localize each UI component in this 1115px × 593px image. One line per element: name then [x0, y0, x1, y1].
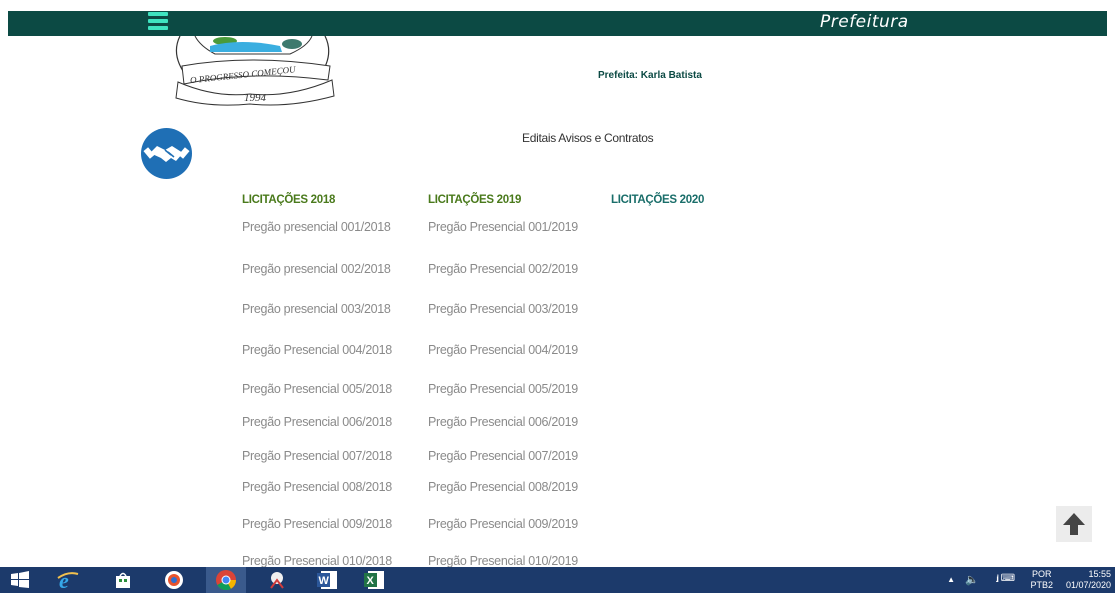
heading-licitacoes-2018[interactable]: LICITAÇÕES 2018	[242, 194, 335, 206]
link-pregao-2018-008[interactable]: Pregão Presencial 008/2018	[242, 480, 392, 494]
logo-year: 1994	[244, 92, 267, 104]
svg-text:X: X	[367, 575, 375, 587]
link-pregao-2018-009[interactable]: Pregão Presencial 009/2018	[242, 517, 392, 531]
snipping-tool-icon[interactable]	[257, 567, 297, 593]
windows-start-icon[interactable]	[0, 567, 40, 593]
excel-icon[interactable]: X	[355, 567, 395, 593]
top-bar: Prefeitura	[8, 11, 1107, 36]
store-icon[interactable]	[103, 567, 143, 593]
link-pregao-2019-009[interactable]: Pregão Presencial 009/2019	[428, 517, 578, 531]
word-icon[interactable]: W	[308, 567, 348, 593]
signal-icon[interactable]: .ıl	[995, 574, 999, 585]
link-pregao-2018-002[interactable]: Pregão presencial 002/2018	[242, 262, 391, 276]
hamburger-icon[interactable]	[148, 11, 168, 33]
language-label: POR	[1031, 569, 1052, 579]
link-pregao-2019-004[interactable]: Pregão Presencial 004/2019	[428, 343, 578, 357]
heading-licitacoes-2020[interactable]: LICITAÇÕES 2020	[611, 194, 704, 206]
link-pregao-2018-007[interactable]: Pregão Presencial 007/2018	[242, 449, 392, 463]
link-pregao-2019-007[interactable]: Pregão Presencial 007/2019	[428, 449, 578, 463]
clock[interactable]: 15:55 01/07/2020	[1066, 569, 1111, 591]
link-pregao-2019-008[interactable]: Pregão Presencial 008/2019	[428, 480, 578, 494]
chrome-icon[interactable]	[206, 567, 246, 593]
brand-title[interactable]: Prefeitura	[820, 11, 909, 36]
link-pregao-2019-006[interactable]: Pregão Presencial 006/2019	[428, 415, 578, 429]
link-pregao-2019-002[interactable]: Pregão Presencial 002/2019	[428, 262, 578, 276]
mayor-name: Prefeita: Karla Batista	[598, 70, 702, 81]
link-pregao-2018-001[interactable]: Pregão presencial 001/2018	[242, 220, 391, 234]
link-pregao-2018-003[interactable]: Pregão presencial 003/2018	[242, 302, 391, 316]
section-title: Editais Avisos e Contratos	[522, 131, 654, 145]
link-pregao-2018-010[interactable]: Pregão Presencial 010/2018	[242, 554, 392, 568]
link-pregao-2019-003[interactable]: Pregão Presencial 003/2019	[428, 302, 578, 316]
svg-text:e: e	[59, 569, 69, 591]
internet-explorer-icon[interactable]: e	[48, 567, 88, 593]
svg-text:W: W	[319, 575, 330, 587]
link-pregao-2019-010[interactable]: Pregão Presencial 010/2019	[428, 554, 578, 568]
heading-licitacoes-2019[interactable]: LICITAÇÕES 2019	[428, 194, 521, 206]
scroll-to-top-button[interactable]	[1056, 506, 1092, 542]
link-pregao-2019-005[interactable]: Pregão Presencial 005/2019	[428, 382, 578, 396]
link-pregao-2019-001[interactable]: Pregão Presencial 001/2019	[428, 220, 578, 234]
keyboard-label: PTB2	[1030, 580, 1053, 590]
clock-date: 01/07/2020	[1065, 580, 1111, 590]
clock-time: 15:55	[1088, 569, 1111, 579]
arrow-up-icon	[1063, 513, 1085, 535]
link-pregao-2018-004[interactable]: Pregão Presencial 004/2018	[242, 343, 392, 357]
network-icon[interactable]: ⌨	[1001, 573, 1015, 584]
tray-arrow-icon[interactable]: ▲	[947, 575, 955, 584]
app-icon[interactable]	[154, 567, 194, 593]
handshake-icon	[141, 128, 192, 179]
volume-icon[interactable]: 🔈	[965, 573, 979, 586]
taskbar: e W X ▲ 🔈 .ıl ⌨ POR PTB2 15:55 01/07/202…	[0, 567, 1115, 593]
link-pregao-2018-006[interactable]: Pregão Presencial 006/2018	[242, 415, 392, 429]
link-pregao-2018-005[interactable]: Pregão Presencial 005/2018	[242, 382, 392, 396]
coat-of-arms-logo: O PROGRESSO COMEÇOU 1994	[175, 36, 335, 106]
language-indicator[interactable]: POR PTB2	[1030, 569, 1053, 591]
